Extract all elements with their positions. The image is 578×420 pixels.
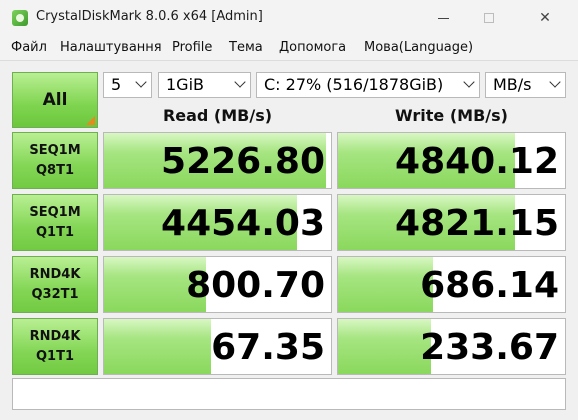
- test-name: RND4K: [29, 266, 81, 282]
- minimize-button[interactable]: [420, 0, 466, 36]
- maximize-button[interactable]: [466, 0, 512, 36]
- test-size-select[interactable]: 1GiB: [158, 72, 251, 98]
- window-title: CrystalDiskMark 8.0.6 x64 [Admin]: [36, 9, 263, 24]
- test-params: Q32T1: [31, 286, 79, 302]
- close-button[interactable]: ✕: [522, 0, 568, 36]
- read-result: 67.35: [103, 318, 332, 375]
- read-value: 800.70: [186, 265, 325, 306]
- test-params: Q8T1: [35, 162, 74, 178]
- test-name: SEQ1M: [29, 142, 81, 158]
- chevron-down-icon: [549, 76, 561, 88]
- read-result: 5226.80: [103, 132, 332, 189]
- read-header: Read (MB/s): [162, 106, 273, 125]
- test-count-value: 5: [111, 75, 122, 94]
- write-result: 686.14: [337, 256, 566, 313]
- all-button[interactable]: All: [12, 72, 98, 128]
- comment-field[interactable]: [12, 378, 566, 410]
- unit-value: MB/s: [493, 75, 532, 94]
- write-result: 4840.12: [337, 132, 566, 189]
- write-result: 233.67: [337, 318, 566, 375]
- read-value: 5226.80: [161, 141, 325, 182]
- menu-bar: Файл Налаштування Profile Тема Допомога …: [0, 36, 578, 60]
- menu-settings[interactable]: Налаштування: [60, 40, 162, 55]
- write-value: 4840.12: [395, 141, 559, 182]
- test-button-rnd4k-q32t1[interactable]: RND4K Q32T1: [12, 256, 98, 313]
- test-params: Q1T1: [35, 224, 74, 240]
- test-button-seq1m-q8t1[interactable]: SEQ1M Q8T1: [12, 132, 98, 189]
- app-icon: [12, 10, 28, 26]
- write-header: Write (MB/s): [395, 106, 508, 125]
- write-result: 4821.15: [337, 194, 566, 251]
- test-size-value: 1GiB: [166, 75, 204, 94]
- menu-file[interactable]: Файл: [11, 40, 47, 55]
- menu-help[interactable]: Допомога: [279, 40, 346, 55]
- drive-value: C: 27% (516/1878GiB): [264, 75, 444, 94]
- write-level-bar: [338, 319, 432, 374]
- minimize-icon: [437, 17, 449, 19]
- chevron-down-icon: [463, 76, 475, 88]
- write-value: 4821.15: [395, 203, 559, 244]
- drive-select[interactable]: C: 27% (516/1878GiB): [256, 72, 480, 98]
- read-value: 67.35: [211, 327, 325, 368]
- read-level-bar: [104, 319, 211, 374]
- test-params: Q1T1: [35, 348, 74, 364]
- chevron-down-icon: [234, 76, 246, 88]
- read-result: 800.70: [103, 256, 332, 313]
- test-button-seq1m-q1t1[interactable]: SEQ1M Q1T1: [12, 194, 98, 251]
- maximize-icon: [484, 13, 494, 23]
- read-result: 4454.03: [103, 194, 332, 251]
- test-button-rnd4k-q1t1[interactable]: RND4K Q1T1: [12, 318, 98, 375]
- test-count-select[interactable]: 5: [103, 72, 152, 98]
- write-level-bar: [338, 257, 434, 312]
- chevron-down-icon: [135, 76, 147, 88]
- test-name: SEQ1M: [29, 204, 81, 220]
- menu-language[interactable]: Мова(Language): [364, 40, 473, 55]
- write-value: 233.67: [420, 327, 559, 368]
- title-bar: CrystalDiskMark 8.0.6 x64 [Admin] ✕: [0, 0, 578, 36]
- read-value: 4454.03: [161, 203, 325, 244]
- test-name: RND4K: [29, 328, 81, 344]
- close-icon: ✕: [539, 10, 551, 26]
- unit-select[interactable]: MB/s: [485, 72, 566, 98]
- write-value: 686.14: [420, 265, 559, 306]
- menu-profile[interactable]: Profile: [172, 40, 212, 55]
- menu-theme[interactable]: Тема: [229, 40, 263, 55]
